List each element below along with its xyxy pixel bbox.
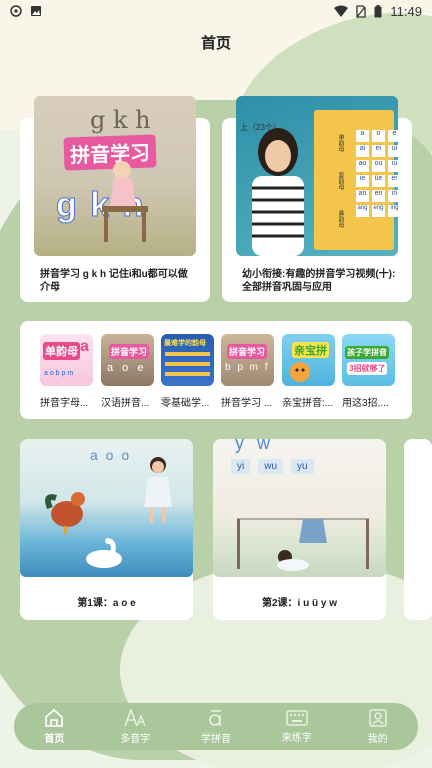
bottom-navigation: 首页 多音字 学拼音 来练字 我的 [14,703,418,750]
wifi-icon [334,5,349,17]
mini-thumbnail-4: 拼音学习 b p m f [221,334,274,386]
nav-home-label: 首页 [44,733,65,745]
mini-item-3[interactable]: 最难学的韵母 零基础学... [161,334,214,409]
mini-item-2[interactable]: 拼音学习 a o e 汉语拼音... [101,334,154,409]
mini-item-5[interactable]: 亲宝拼 亲宝拼音:... [282,334,335,409]
featured-thumbnail-2: 上（23个） a o e ai ei ui ao ou iu ie üe er … [236,96,398,256]
clock-time: 11:49 [390,3,422,19]
pinyin-chart: a o e ai ei ui ao ou iu ie üe er an en i… [356,130,398,217]
lesson-thumbnail-2: y w yi wu yu [213,439,386,577]
nav-practice-label: 来练字 [281,732,312,744]
pinyin-a-icon [209,709,221,726]
mini-item-4[interactable]: 拼音学习 b p m f 拼音学习 ... [221,334,274,409]
teacher-illustration [252,128,304,256]
nav-learn-pinyin-label: 学拼音 [200,733,231,745]
lesson-title-1: 第1课：a o e [77,598,136,609]
nav-learn-pinyin[interactable]: 学拼音 [181,709,251,745]
nav-practice[interactable]: 来练字 [262,709,332,744]
featured-card-2[interactable]: 上（23个） a o e ai ei ui ao ou iu ie üe er … [222,96,412,302]
mini-label-3: 零基础学... [161,398,210,409]
mini-label-2: 汉语拼音... [101,398,150,409]
syllable-chip: wu [258,459,284,474]
nav-profile[interactable]: 我的 [343,708,413,745]
mini-label-1: 拼音字母... [40,398,89,409]
syllable-chip: yi [231,459,251,474]
goose-illustration [86,538,122,568]
mini-thumbnail-2: 拼音学习 a o e [101,334,154,386]
mini-thumbnail-1: 单韵母 a a o b p m [40,334,93,386]
no-sim-icon [356,4,367,18]
syllable-chip: yu [291,459,314,474]
mini-label-6: 用这3招,... [342,398,389,409]
mini-thumbnail-3: 最难学的韵母 [161,334,214,386]
lesson-card-1[interactable]: a o o 第1课：a o e [20,439,193,620]
nav-profile-label: 我的 [367,733,388,745]
pinyin-chart-side-labels: 单韵母 复韵母 鼻韵母 [337,134,343,228]
mini-label-5: 亲宝拼音:... [282,398,334,409]
image-icon [31,6,41,16]
lesson-title-2: 第2课：i u ü y w [261,598,337,609]
girl-illustration [144,457,172,523]
app-notification-icon [10,5,22,17]
font-size-icon [124,708,146,726]
mini-item-1[interactable]: 单韵母 a a o b p m 拼音字母... [40,334,93,409]
laundry-line-illustration [237,518,369,571]
featured-thumbnail-1: g k h 拼音学习 g k h [34,96,196,256]
featured-card-1[interactable]: g k h 拼音学习 g k h 拼音学习 g k h 记住i和u都可以做介母 [20,96,210,302]
home-icon [45,708,64,727]
lesson-card-3-partial[interactable] [404,439,432,620]
featured-caption-1: 拼音学习 g k h 记住i和u都可以做介母 [40,269,188,293]
nav-home[interactable]: 首页 [19,708,89,745]
nav-polyphonic[interactable]: 多音字 [100,708,170,745]
featured-caption-2: 幼小衔接:有趣的拼音学习视频(十):全部拼音巩固与应用 [242,269,396,293]
mini-thumbnail-6: 孩子学拼音 3招就够了 [342,334,395,386]
mini-item-6[interactable]: 孩子学拼音 3招就够了 用这3招,... [342,334,395,409]
page-title: 首页 [200,35,231,52]
rooster-illustration [45,492,85,534]
mini-thumbnail-5: 亲宝拼 [282,334,335,386]
battery-icon [374,4,382,17]
profile-icon [368,708,387,727]
girl-on-chair-illustration [102,161,148,242]
lesson-card-2[interactable]: y w yi wu yu 第2课：i u ü y w [213,439,386,620]
nav-polyphonic-label: 多音字 [120,733,151,745]
lesson-thumbnail-1: a o o [20,439,193,577]
mini-label-4: 拼音学习 ... [221,398,273,409]
status-bar: 11:49 [0,0,432,22]
keyboard-icon [286,709,308,726]
